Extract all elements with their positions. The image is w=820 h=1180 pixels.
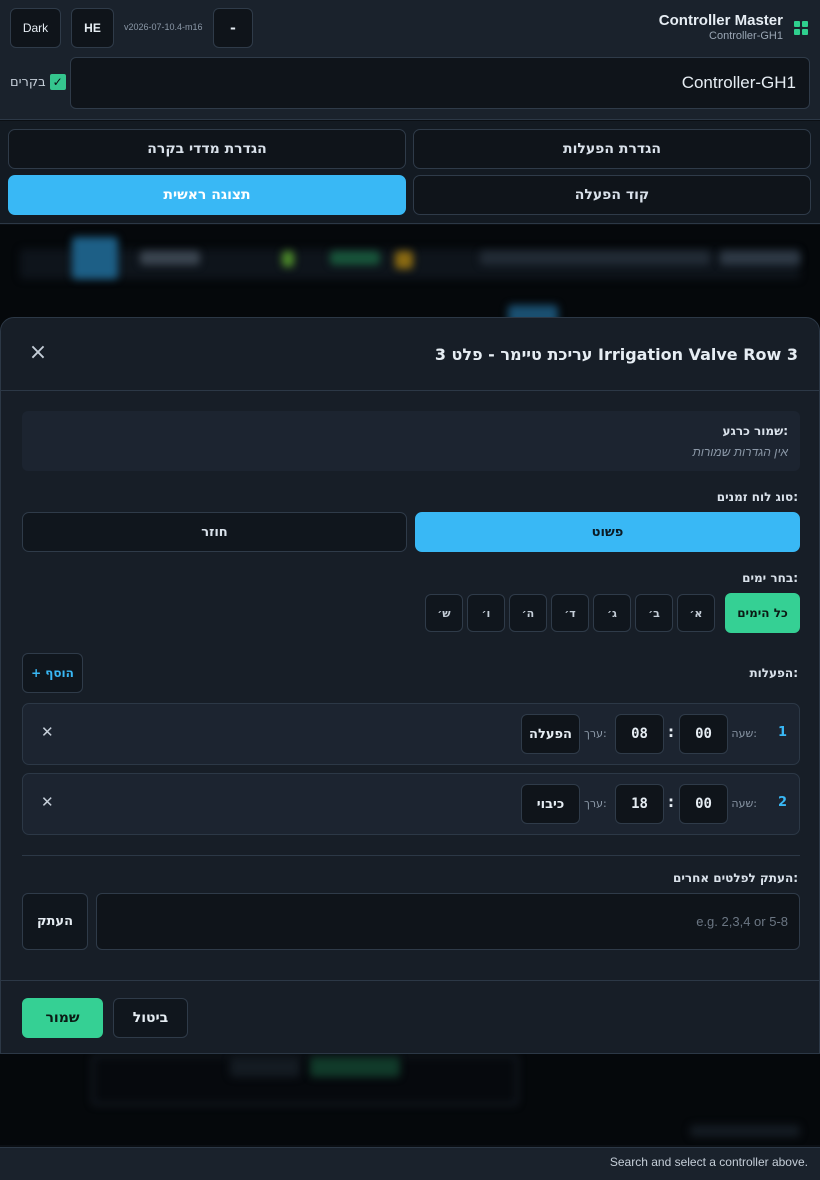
hour-label: שעה: [731, 727, 757, 740]
copy-outputs-input[interactable]: e.g. 2,3,4 or 5-8 [96, 893, 800, 950]
grid-icon [794, 21, 808, 35]
nav-activation-code[interactable]: קוד הפעלה [413, 175, 811, 215]
divider [1, 980, 819, 981]
modal-title: עריכת טיימר - פלט 3 Irrigation Valve Row… [434, 345, 798, 364]
status-text: Search and select a controller above. [609, 1155, 808, 1169]
delete-row-icon[interactable]: ✕ [41, 793, 54, 811]
controller-select[interactable]: Controller-GH1 [70, 57, 810, 109]
value-label: ערך: [584, 727, 607, 740]
copy-label: העתק לפלטים אחרים: [673, 871, 798, 885]
saved-settings-box: שמור כרגע: אין הגדרות שמורות [22, 411, 800, 471]
nav-actions-setup[interactable]: הגדרת הפעלות [413, 129, 811, 169]
delete-row-icon[interactable]: ✕ [41, 723, 54, 741]
theme-toggle-button[interactable]: Dark [10, 8, 61, 48]
copy-button[interactable]: העתק [22, 893, 88, 950]
hour-input[interactable]: 18 [615, 784, 664, 824]
close-icon[interactable]: × [27, 342, 49, 364]
status-footer: Search and select a controller above. [0, 1147, 820, 1180]
day-button-wed[interactable]: ד׳ [551, 594, 589, 632]
minute-input[interactable]: 00 [679, 714, 728, 754]
version-label: v2026-07-10.4-m16 [124, 22, 203, 32]
minute-input[interactable]: 00 [679, 784, 728, 824]
main-nav: הגדרת הפעלות הגדרת מדדי בקרה קוד הפעלה ת… [0, 121, 820, 224]
hour-label: שעה: [731, 797, 757, 810]
check-icon[interactable]: ✓ [49, 74, 66, 90]
timer-edit-modal: עריכת טיימר - פלט 3 Irrigation Valve Row… [0, 317, 820, 1054]
action-row: 2 שעה: 00 : 18 ערך: כיבוי ✕ [22, 773, 800, 835]
app-title: Controller Master [658, 12, 783, 29]
row-number: 2 [777, 795, 787, 810]
days-label: בחר ימים: [742, 571, 798, 585]
value-label: ערך: [584, 797, 607, 810]
cancel-button[interactable]: ביטול [113, 998, 188, 1038]
day-button-mon[interactable]: ב׳ [635, 594, 673, 632]
cows-checkbox[interactable]: בקרים ✓ [10, 74, 66, 90]
value-select[interactable]: כיבוי [521, 784, 580, 824]
app-subtitle: Controller-GH1 [709, 30, 783, 42]
day-button-fri[interactable]: ו׳ [467, 594, 505, 632]
action-row: 1 שעה: 00 : 08 ערך: הפעלה ✕ [22, 703, 800, 765]
day-button-sun[interactable]: א׳ [677, 594, 715, 632]
day-button-thu[interactable]: ה׳ [509, 594, 547, 632]
hour-input[interactable]: 08 [615, 714, 664, 754]
saved-value: אין הגדרות שמורות [692, 445, 788, 459]
schedule-type-label: סוג לוח זמנים: [716, 490, 798, 504]
divider [22, 855, 800, 856]
schedule-simple-button[interactable]: פשוט [415, 512, 800, 552]
value-select[interactable]: הפעלה [521, 714, 580, 754]
add-action-button[interactable]: + הוסף [22, 653, 83, 693]
schedule-recurring-button[interactable]: חוזר [22, 512, 407, 552]
day-button-tue[interactable]: ג׳ [593, 594, 631, 632]
row-number: 1 [777, 725, 787, 740]
save-button[interactable]: שמור [22, 998, 103, 1038]
actions-label: הפעלות: [749, 666, 798, 680]
app-header: Dark HE v2026-07-10.4-m16 - Controller M… [0, 0, 820, 120]
day-button-sat[interactable]: ש׳ [425, 594, 463, 632]
time-colon: : [668, 723, 674, 741]
nav-main-view[interactable]: תצוגה ראשית [8, 175, 406, 215]
time-colon: : [668, 793, 674, 811]
nav-sensors-setup[interactable]: הגדרת מדדי בקרה [8, 129, 406, 169]
divider [1, 390, 819, 391]
language-button[interactable]: HE [71, 8, 114, 48]
cows-label: בקרים [10, 74, 46, 90]
all-days-button[interactable]: כל הימים [725, 593, 800, 633]
saved-label: שמור כרגע: [722, 424, 789, 438]
collapse-button[interactable]: - [213, 8, 253, 48]
